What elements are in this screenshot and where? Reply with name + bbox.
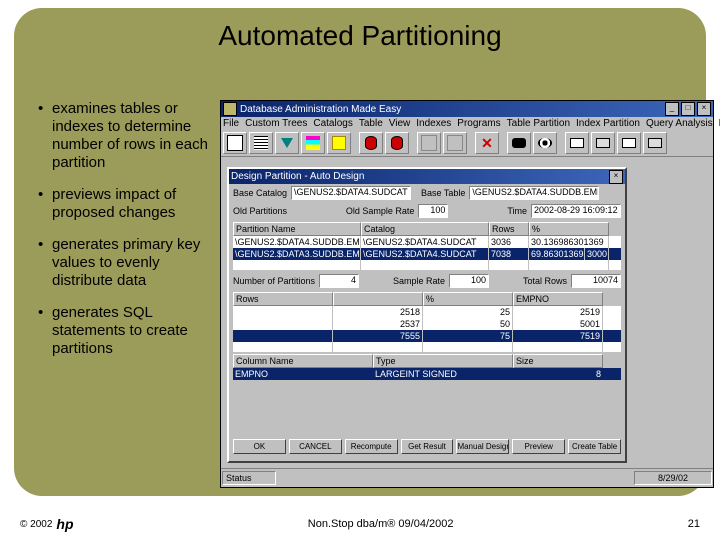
menu-item[interactable]: View [389,118,411,129]
tool-star-icon[interactable] [327,132,351,154]
table-row[interactable]: 7555757519 [233,330,621,342]
outer-titlebar[interactable]: Database Administration Made Easy _ □ × [221,101,713,117]
menu-item[interactable]: Indexes [416,118,451,129]
dialog-button-row: OK CANCEL Recompute Get Result Manual De… [229,436,625,457]
tool-opt2-icon[interactable] [591,132,615,154]
col-rows[interactable]: Rows [489,222,529,236]
col-empty[interactable] [333,292,423,306]
tool-stack-icon[interactable] [301,132,325,154]
close-button[interactable]: × [697,102,711,116]
menu-item[interactable]: Catalogs [313,118,352,129]
preview-button[interactable]: Preview [512,439,565,454]
ok-button[interactable]: OK [233,439,286,454]
num-partitions-input[interactable]: 4 [319,274,359,288]
col-column-name[interactable]: Column Name [233,354,373,368]
old-sample-rate-input[interactable]: 100 [418,204,448,218]
bullet-item: generates SQL statements to create parti… [38,304,212,358]
table-row-empty [233,260,621,270]
manual-design-button[interactable]: Manual Design [456,439,509,454]
base-catalog-input[interactable]: \GENUS2.$DATA4.SUDCAT [291,186,411,200]
tool-bino-icon[interactable] [507,132,531,154]
col-pct2[interactable]: % [423,292,513,306]
time-value: 2002-08-29 16:09:12 [531,204,621,218]
app-icon [223,102,237,116]
table-row[interactable]: \GENUS2.$DATA3.SUDDB.EMPS \GENUS2.$DATA4… [233,248,621,260]
page-number: 21 [688,518,700,530]
col-empno[interactable]: EMPNO [513,292,603,306]
status-date: 8/29/02 [634,471,712,485]
menu-bar: File Custom Trees Catalogs Table View In… [221,117,713,130]
recompute-button[interactable]: Recompute [345,439,398,454]
footer-center: Non.Stop dba/m® 09/04/2002 [74,518,688,530]
table-row[interactable]: 2537505001 [233,318,621,330]
cancel-button[interactable]: CANCEL [289,439,342,454]
dialog-close-button[interactable]: × [609,170,623,184]
get-result-button[interactable]: Get Result [401,439,454,454]
outer-title: Database Administration Made Easy [240,104,665,115]
menu-item[interactable]: Table [359,118,383,129]
toolbar: ✕ [221,130,713,157]
col-partition-name[interactable]: Partition Name [233,222,361,236]
menu-item[interactable]: Table Partition [507,118,570,129]
tool-grid-icon[interactable] [249,132,273,154]
menu-item[interactable]: Index Partition [576,118,640,129]
menu-item[interactable]: File [223,118,239,129]
col-rows2[interactable]: Rows [233,292,333,306]
sample-rate-label: Sample Rate [393,276,445,286]
dialog-titlebar[interactable]: Design Partition - Auto Design × [229,169,625,184]
outer-window: Database Administration Made Easy _ □ × … [220,100,714,488]
num-partitions-label: Number of Partitions [233,276,315,286]
bullet-item: generates primary key values to evenly d… [38,236,212,290]
menu-item[interactable]: Programs [457,118,500,129]
tool-triangle-icon[interactable] [275,132,299,154]
col-catalog[interactable]: Catalog [361,222,489,236]
dialog-title: Design Partition - Auto Design [231,171,364,182]
design-partition-dialog: Design Partition - Auto Design × Base Ca… [227,167,627,463]
table-row-empty [233,342,621,352]
old-sample-rate-label: Old Sample Rate [346,206,415,216]
total-rows-value: 10074 [571,274,621,288]
tool-doc2-icon[interactable] [443,132,467,154]
minimize-button[interactable]: _ [665,102,679,116]
status-label: Status [222,471,276,485]
tool-opt4-icon[interactable] [643,132,667,154]
col-size[interactable]: Size [513,354,603,368]
slide-frame: Automated Partitioning examines tables o… [14,8,706,496]
base-catalog-label: Base Catalog [233,188,287,198]
create-table-button[interactable]: Create Table [568,439,621,454]
tool-x-icon[interactable]: ✕ [475,132,499,154]
maximize-button[interactable]: □ [681,102,695,116]
bullet-item: examines tables or indexes to determine … [38,100,212,172]
menu-item[interactable]: Custom Trees [245,118,307,129]
total-rows-label: Total Rows [523,276,567,286]
partition-table: Partition Name Catalog Rows % \GENUS2.$D… [233,222,621,270]
old-partitions-label: Old Partitions [233,206,287,216]
tool-db2-icon[interactable] [385,132,409,154]
tool-eye-icon[interactable] [533,132,557,154]
copyright: © 2002 [20,519,52,530]
slide-title: Automated Partitioning [14,20,706,52]
tool-db1-icon[interactable] [359,132,383,154]
tool-file-icon[interactable] [223,132,247,154]
status-bar: Status 8/29/02 [221,468,713,487]
tool-opt1-icon[interactable] [565,132,589,154]
table-row[interactable]: 2518252519 [233,306,621,318]
brand-logo: hp [56,516,73,532]
menu-item[interactable]: Query Analysis [646,118,713,129]
time-label: Time [507,206,527,216]
bullet-list: examines tables or indexes to determine … [38,100,212,372]
col-pct[interactable]: % [529,222,609,236]
tool-doc1-icon[interactable] [417,132,441,154]
table-row[interactable]: EMPNO LARGEINT SIGNED 8 [233,368,621,380]
table-row[interactable]: \GENUS2.$DATA4.SUDDB.EMPS \GENUS2.$DATA4… [233,236,621,248]
slide-footer: © 2002 hp Non.Stop dba/m® 09/04/2002 21 [20,516,700,532]
distribution-table: Rows % EMPNO 2518252519 2537505001 75557… [233,292,621,352]
bullet-item: previews impact of proposed changes [38,186,212,222]
sample-rate-input[interactable]: 100 [449,274,489,288]
col-type[interactable]: Type [373,354,513,368]
base-table-input[interactable]: \GENUS2.$DATA4.SUDDB.EMPS [469,186,599,200]
tool-opt3-icon[interactable] [617,132,641,154]
column-table: Column Name Type Size EMPNO LARGEINT SIG… [233,354,621,380]
base-table-label: Base Table [421,188,465,198]
